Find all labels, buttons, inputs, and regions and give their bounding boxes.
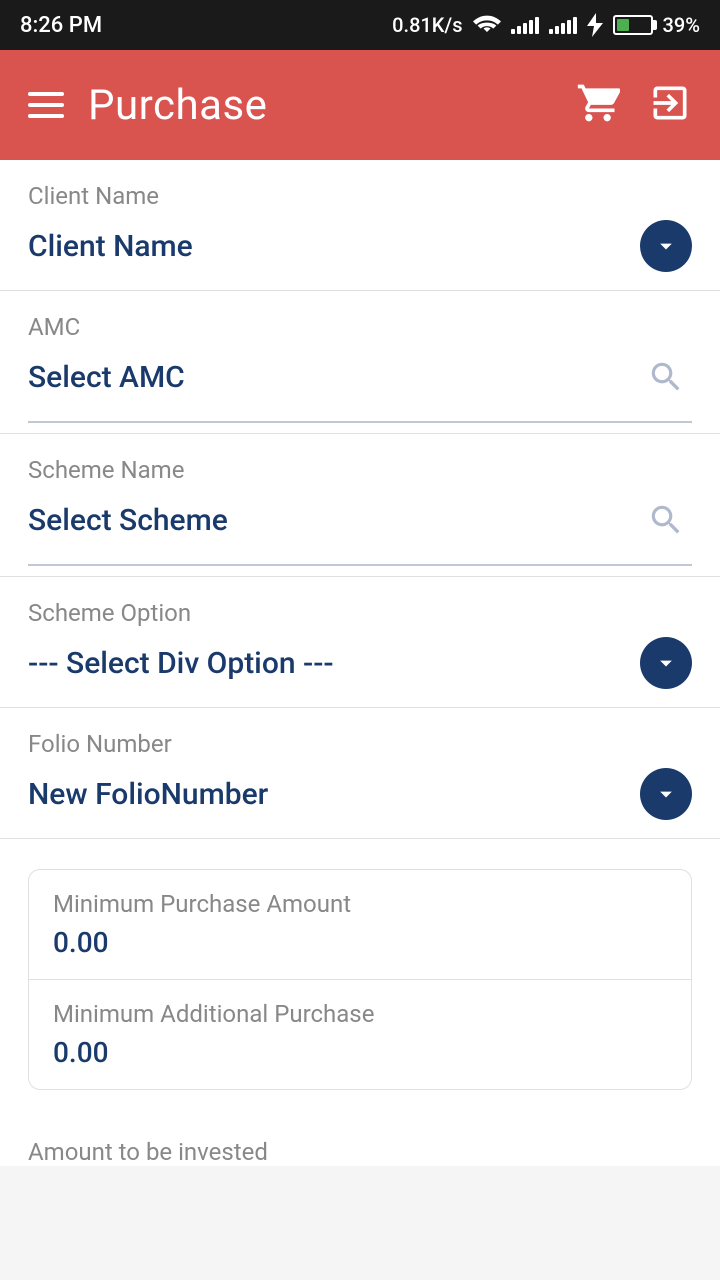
min-additional-value: 0.00	[53, 1036, 667, 1069]
client-name-dropdown-button[interactable]	[640, 220, 692, 272]
scheme-option-value: --- Select Div Option ---	[28, 646, 640, 681]
folio-number-value: New FolioNumber	[28, 777, 640, 812]
cart-icon	[576, 81, 620, 125]
scheme-option-field[interactable]: --- Select Div Option ---	[28, 637, 692, 707]
scheme-name-field[interactable]: Select Scheme	[28, 494, 692, 564]
time-display: 8:26 PM	[20, 13, 102, 38]
min-purchase-label: Minimum Purchase Amount	[53, 890, 667, 918]
amc-label: AMC	[28, 313, 692, 341]
exit-button[interactable]	[648, 81, 692, 129]
amc-section: AMC Select AMC	[0, 291, 720, 434]
scheme-option-dropdown-button[interactable]	[640, 637, 692, 689]
status-bar: 8:26 PM 0.81K/s 39%	[0, 0, 720, 50]
hamburger-menu-button[interactable]	[28, 92, 64, 118]
min-additional-label: Minimum Additional Purchase	[53, 1000, 667, 1028]
app-bar: Purchase	[0, 50, 720, 160]
scheme-name-value: Select Scheme	[28, 503, 640, 538]
charging-icon	[587, 13, 603, 37]
folio-number-field[interactable]: New FolioNumber	[28, 768, 692, 838]
search-icon	[647, 501, 685, 539]
battery-icon	[613, 15, 653, 35]
min-purchase-value: 0.00	[53, 926, 667, 959]
page-title: Purchase	[88, 81, 267, 130]
scheme-option-section: Scheme Option --- Select Div Option ---	[0, 577, 720, 708]
info-card: Minimum Purchase Amount 0.00 Minimum Add…	[28, 869, 692, 1090]
chevron-down-icon	[652, 232, 680, 260]
status-right-group: 0.81K/s 39%	[392, 13, 700, 37]
amc-value: Select AMC	[28, 360, 640, 395]
amount-label: Amount to be invested	[28, 1138, 692, 1166]
folio-number-section: Folio Number New FolioNumber	[0, 708, 720, 839]
folio-number-dropdown-button[interactable]	[640, 768, 692, 820]
scheme-name-section: Scheme Name Select Scheme	[0, 434, 720, 577]
min-additional-row: Minimum Additional Purchase 0.00	[29, 979, 691, 1089]
amc-underline	[28, 421, 692, 423]
client-name-value: Client Name	[28, 229, 640, 264]
signal-icon-1	[511, 16, 539, 34]
search-icon	[647, 358, 685, 396]
min-purchase-row: Minimum Purchase Amount 0.00	[29, 870, 691, 979]
amc-field[interactable]: Select AMC	[28, 351, 692, 421]
scheme-option-label: Scheme Option	[28, 599, 692, 627]
folio-number-label: Folio Number	[28, 730, 692, 758]
scheme-name-underline	[28, 564, 692, 566]
chevron-down-icon	[652, 649, 680, 677]
network-speed: 0.81K/s	[392, 13, 462, 37]
chevron-down-icon	[652, 780, 680, 808]
exit-icon	[648, 81, 692, 125]
signal-icon-2	[549, 16, 577, 34]
scheme-name-label: Scheme Name	[28, 456, 692, 484]
app-bar-right	[576, 81, 692, 129]
app-bar-left: Purchase	[28, 81, 267, 130]
client-name-field[interactable]: Client Name	[28, 220, 692, 290]
cart-button[interactable]	[576, 81, 620, 129]
scheme-search-button[interactable]	[640, 494, 692, 546]
wifi-icon	[473, 14, 501, 36]
amc-search-button[interactable]	[640, 351, 692, 403]
form-content: Client Name Client Name AMC Select AMC S…	[0, 160, 720, 1166]
amount-section: Amount to be invested	[0, 1120, 720, 1166]
client-name-section: Client Name Client Name	[0, 160, 720, 291]
client-name-label: Client Name	[28, 182, 692, 210]
battery-percent: 39%	[663, 13, 700, 37]
